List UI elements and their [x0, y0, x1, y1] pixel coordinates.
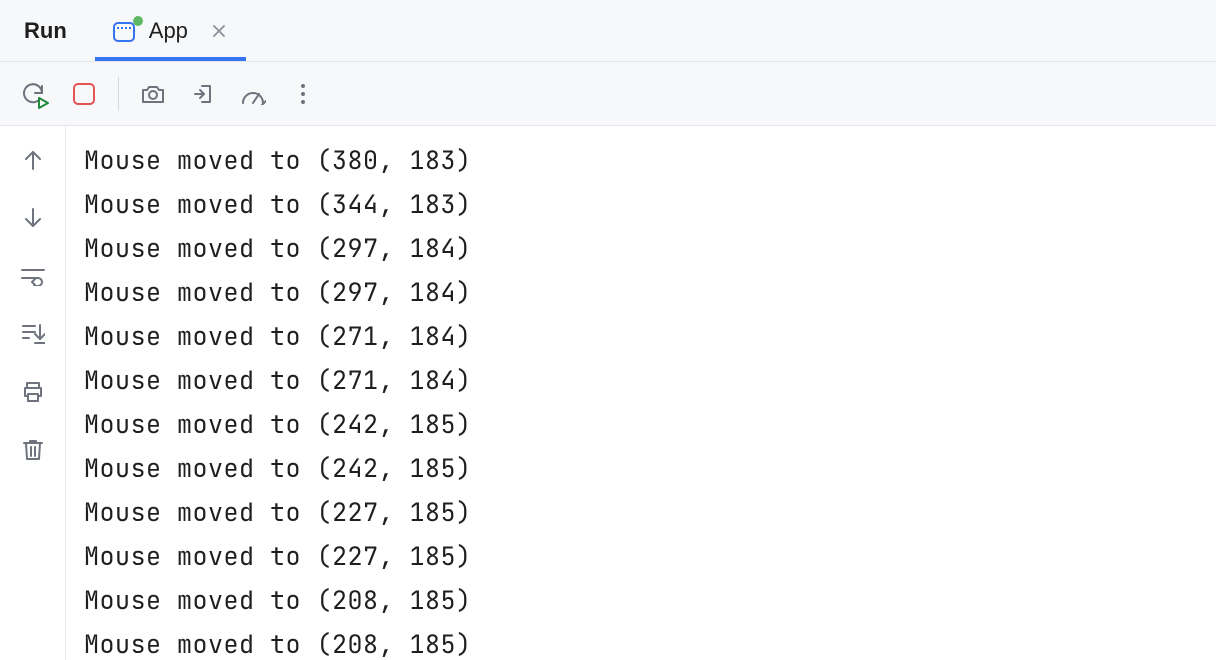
more-icon — [300, 83, 306, 105]
arrow-down-icon — [23, 207, 43, 229]
exit-icon — [191, 82, 215, 106]
profiler-button[interactable] — [235, 76, 271, 112]
app-window-icon — [113, 20, 139, 42]
camera-icon — [140, 83, 166, 105]
tab-active-indicator — [95, 57, 246, 61]
console-gutter — [0, 126, 66, 660]
close-icon[interactable] — [212, 24, 226, 38]
panel-header: Run App — [0, 0, 1216, 62]
log-line: Mouse moved to (271, 184) — [84, 358, 1198, 402]
gauge-icon — [240, 83, 266, 105]
log-line: Mouse moved to (208, 185) — [84, 578, 1198, 622]
tab-bar: App — [95, 0, 246, 61]
tab-label: App — [149, 18, 188, 44]
soft-wrap-icon — [20, 266, 46, 286]
log-line: Mouse moved to (297, 184) — [84, 270, 1198, 314]
soft-wrap-button[interactable] — [15, 258, 51, 294]
log-line: Mouse moved to (208, 185) — [84, 622, 1198, 660]
console-output[interactable]: Mouse moved to (380, 183)Mouse moved to … — [66, 126, 1216, 660]
next-occurrence-button[interactable] — [15, 200, 51, 236]
screenshot-button[interactable] — [135, 76, 171, 112]
previous-occurrence-button[interactable] — [15, 142, 51, 178]
log-line: Mouse moved to (297, 184) — [84, 226, 1198, 270]
tab-app[interactable]: App — [95, 0, 246, 61]
scroll-to-end-icon — [21, 323, 45, 345]
stop-icon — [73, 83, 95, 105]
play-icon — [36, 96, 50, 110]
log-line: Mouse moved to (271, 184) — [84, 314, 1198, 358]
clear-all-button[interactable] — [15, 432, 51, 468]
log-line: Mouse moved to (242, 185) — [84, 402, 1198, 446]
more-button[interactable] — [285, 76, 321, 112]
log-line: Mouse moved to (344, 183) — [84, 182, 1198, 226]
panel-title: Run — [0, 0, 95, 61]
stop-button[interactable] — [66, 76, 102, 112]
arrow-up-icon — [23, 149, 43, 171]
scroll-to-end-button[interactable] — [15, 316, 51, 352]
log-line: Mouse moved to (227, 185) — [84, 490, 1198, 534]
attach-button[interactable] — [185, 76, 221, 112]
print-button[interactable] — [15, 374, 51, 410]
log-line: Mouse moved to (242, 185) — [84, 446, 1198, 490]
log-line: Mouse moved to (380, 183) — [84, 138, 1198, 182]
trash-icon — [22, 438, 44, 462]
log-line: Mouse moved to (227, 185) — [84, 534, 1198, 578]
rerun-button[interactable] — [16, 76, 52, 112]
run-toolbar — [0, 62, 1216, 126]
toolbar-separator — [118, 77, 119, 111]
print-icon — [21, 381, 45, 403]
